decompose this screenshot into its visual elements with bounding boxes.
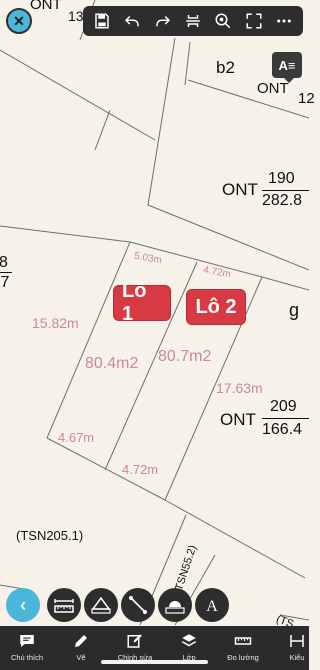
nav-label: Đo lường [227, 653, 259, 662]
pencil-icon [75, 635, 87, 647]
parcel-area: 166.4 [262, 421, 303, 438]
measure-area: 80.7m2 [158, 348, 212, 365]
map-label-g: g [289, 300, 300, 320]
parcel-line [0, 225, 131, 243]
zoom-icon[interactable] [212, 10, 234, 32]
map-label-partial: .7 [0, 274, 10, 291]
home-indicator [101, 660, 208, 664]
parcel-line [147, 37, 176, 206]
angle-icon [91, 596, 111, 614]
back-button[interactable]: ‹ [6, 588, 40, 622]
edit-icon [127, 634, 142, 648]
measure-area: 80.4m2 [85, 355, 139, 372]
style-icon [290, 635, 304, 647]
nav-item-draw[interactable]: Vẽ [54, 626, 108, 670]
map-label-ont: ONT [220, 410, 256, 429]
comment-icon [20, 635, 34, 647]
parcel-line [187, 79, 309, 119]
chevron-left-icon: ‹ [20, 594, 26, 615]
nav-label: Vẽ [76, 653, 86, 662]
fit-width-icon[interactable] [182, 10, 204, 32]
line-tool[interactable] [121, 588, 155, 622]
save-icon[interactable] [91, 10, 113, 32]
ruler-icon [234, 637, 252, 645]
measure-angle-tool[interactable] [84, 588, 118, 622]
map-label-tsn: (TSN205.1) [16, 528, 84, 543]
parcel-line [184, 41, 191, 86]
text-mode-button[interactable]: A≡ [272, 52, 302, 83]
map-label-number: 12 [298, 90, 315, 107]
area-icon [165, 601, 185, 614]
redo-icon[interactable] [152, 10, 174, 32]
svg-text:A: A [206, 598, 218, 615]
map-label-partial: 8 [0, 254, 8, 271]
parcel-line [261, 276, 309, 291]
map-label-b2: b2 [216, 58, 235, 77]
fullscreen-icon[interactable] [243, 10, 265, 32]
nav-item-style[interactable]: Kiểu [270, 626, 320, 670]
parcel-line [0, 49, 156, 141]
parcel-line [46, 241, 131, 439]
lot-badge-1[interactable]: Lô 1 [113, 280, 171, 325]
line-icon [129, 596, 147, 614]
nav-item-comment[interactable]: Chú thích [0, 626, 54, 670]
fraction-line [262, 190, 309, 191]
parcel-number: 190 [268, 170, 295, 187]
drawing-tools: ‹ A [6, 588, 306, 622]
close-button[interactable]: ✕ [6, 8, 32, 34]
ruler-distance-icon [54, 599, 74, 613]
measure-bottom-width: 4.72m [122, 462, 159, 477]
close-icon: ✕ [13, 12, 25, 29]
measure-bottom-width: 4.67m [58, 430, 95, 445]
top-toolbar [83, 6, 303, 36]
map-label-number: 13 [68, 8, 84, 24]
fraction-line [0, 272, 12, 273]
text-a-icon: A [206, 598, 218, 615]
text-tool[interactable]: A [195, 588, 229, 622]
map-label-ont: ONT [222, 180, 258, 199]
nav-label: Chú thích [10, 653, 44, 662]
measure-area-tool[interactable] [158, 588, 192, 622]
map-canvas[interactable] [0, 0, 309, 670]
nav-item-measure[interactable]: Đo lường [216, 626, 270, 670]
nav-label: Kiểu [289, 653, 305, 662]
lot-badge-2[interactable]: Lô 2 [186, 289, 246, 325]
measure-distance-tool[interactable] [47, 588, 81, 622]
parcel-line [94, 109, 111, 151]
fraction-line [262, 418, 309, 419]
measure-right-side: 17.63m [216, 380, 263, 396]
parcel-number: 209 [270, 398, 297, 415]
undo-icon[interactable] [121, 10, 143, 32]
measure-left-side: 15.82m [32, 315, 79, 331]
more-icon[interactable] [273, 10, 295, 32]
layers-icon [181, 634, 197, 647]
map-label-ont: ONT [30, 0, 62, 13]
parcel-line [147, 204, 309, 271]
parcel-area: 282.8 [262, 192, 303, 209]
